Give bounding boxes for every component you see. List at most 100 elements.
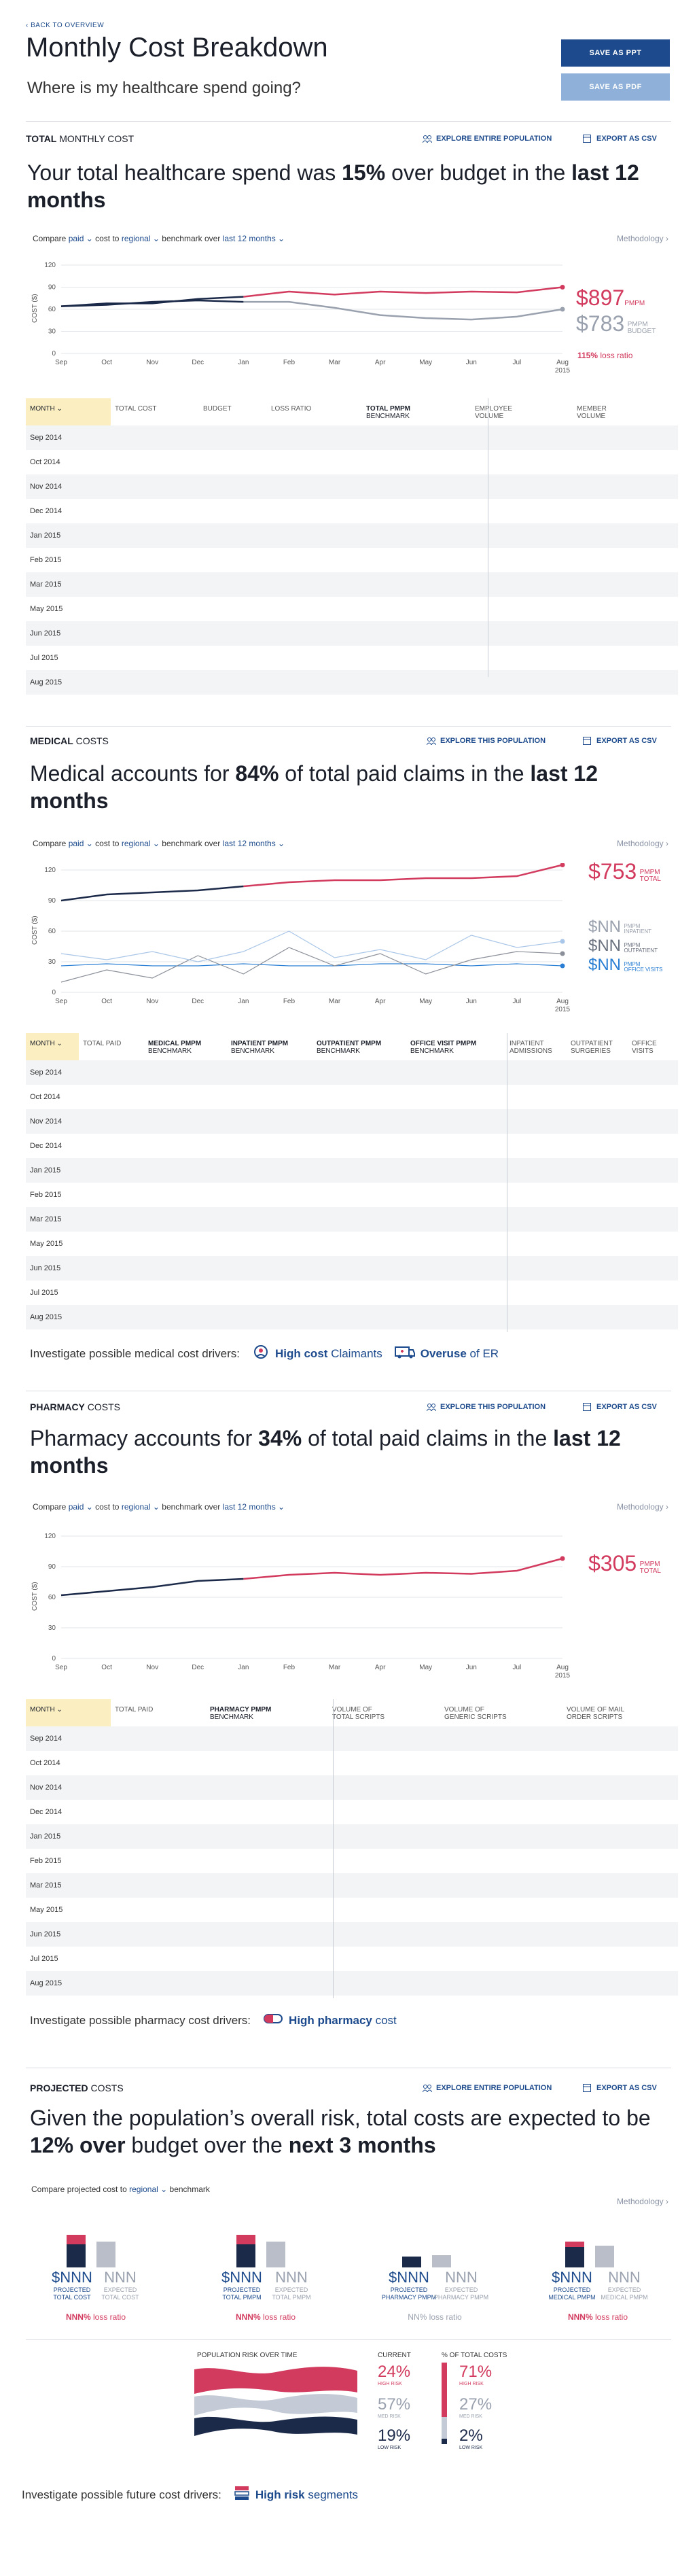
total-budget-value: $783 PMPM BUDGET (576, 311, 656, 336)
methodology-link[interactable]: Methodology › (617, 839, 668, 848)
paid-select[interactable]: paid ⌄ (69, 839, 93, 848)
x-tick-label: Aug (556, 1664, 569, 1671)
month-cell: Jun 2015 (26, 621, 111, 646)
total-headline: Your total healthcare spend was 15% over… (27, 160, 639, 212)
medical-section-label: MEDICAL COSTS (30, 735, 109, 746)
table-row: Jul 2015 (26, 1947, 678, 1971)
month-cell: May 2015 (26, 1898, 111, 1922)
series-line-pmpm-total (243, 1557, 563, 1580)
explore-medical-population-link[interactable]: EXPLORE THIS POPULATION (426, 737, 546, 746)
x-tick-label: Jul (513, 1664, 522, 1671)
x-tick-label: Jan (238, 359, 249, 366)
month-cell: Jun 2015 (26, 1256, 79, 1281)
save-pdf-button[interactable]: SAVE AS PDF (561, 73, 670, 101)
explore-pharmacy-population-link[interactable]: EXPLORE THIS POPULATION (426, 1403, 546, 1412)
table-row: Dec 2014 (26, 499, 678, 523)
x-tick-label: Apr (375, 1664, 386, 1671)
month-cell: Jul 2015 (26, 1281, 79, 1305)
benchmark-select[interactable]: regional ⌄ (129, 2185, 167, 2194)
period-select[interactable]: last 12 months ⌄ (223, 1502, 285, 1512)
x-tick-label: May (419, 1664, 432, 1671)
export-medical-csv-link[interactable]: EXPORT AS CSV (583, 737, 657, 745)
table-row: Nov 2014 (26, 1775, 678, 1800)
paid-select[interactable]: paid ⌄ (69, 1502, 93, 1512)
kpi-pharmacy-pmpm: $NNN PROJECTED PHARMACY PMPM NNN EXPECTED PH… (380, 2235, 489, 2330)
table-row: Jul 2015 (26, 646, 678, 670)
series-history-pmpm-total (60, 885, 244, 902)
x-tick-label: Mar (329, 998, 341, 1005)
y-tick-label: 30 (48, 958, 56, 966)
x-tick-label: Sep (55, 359, 67, 366)
y-axis-label: COST ($) (31, 294, 39, 323)
x-tick-year: 2015 (555, 367, 571, 375)
benchmark-select[interactable]: regional ⌄ (122, 234, 160, 243)
period-select[interactable]: last 12 months ⌄ (223, 839, 285, 848)
projected-drivers: Investigate possible future cost drivers… (22, 2485, 358, 2505)
pct-total-title: % OF TOTAL COSTS (442, 2352, 507, 2359)
methodology-link[interactable]: Methodology › (617, 234, 668, 243)
month-column-header[interactable]: MONTH ⌄ (26, 398, 111, 425)
kpi-total-pmpm-bars (236, 2235, 285, 2267)
x-tick-label: Dec (192, 359, 204, 366)
ambulance-icon (394, 1344, 415, 1363)
table-row: May 2015 (26, 1232, 678, 1256)
month-cell: Jan 2015 (26, 523, 111, 548)
high-risk-segments-link[interactable]: High risk segments (234, 2485, 358, 2505)
benchmark-select[interactable]: regional ⌄ (122, 1502, 160, 1512)
month-cell: Oct 2014 (26, 450, 111, 474)
y-tick-label: 0 (52, 350, 56, 358)
high-cost-claimants-link[interactable]: High cost Claimants (252, 1344, 382, 1363)
explore-projected-population-link[interactable]: EXPLORE ENTIRE POPULATION (422, 2084, 552, 2093)
table-row: May 2015 (26, 1898, 678, 1922)
pharmacy-section-label: PHARMACY COSTS (30, 1402, 121, 1412)
section-divider (26, 726, 671, 727)
series-line-pmpm-office-visits (60, 963, 563, 967)
month-column-header[interactable]: MONTH ⌄ (26, 1699, 111, 1726)
y-tick-label: 90 (48, 897, 56, 905)
month-cell: Oct 2014 (26, 1085, 79, 1109)
export-projected-csv-link[interactable]: EXPORT AS CSV (583, 2084, 657, 2092)
month-cell: Jan 2015 (26, 1158, 79, 1183)
x-tick-label: Sep (55, 1664, 67, 1671)
x-tick-label: Mar (329, 359, 341, 366)
x-tick-label: Apr (375, 998, 386, 1005)
table-row: Feb 2015 (26, 548, 678, 572)
x-tick-label: Feb (283, 359, 296, 366)
total-compare-controls: Compare paid ⌄ cost to regional ⌄ benchm… (33, 234, 285, 243)
risk-over-time-streamgraph (194, 2367, 357, 2436)
paid-select[interactable]: paid ⌄ (69, 234, 93, 243)
x-tick-label: Feb (283, 1664, 296, 1671)
page-subtitle: Where is my healthcare spend going? (27, 79, 301, 97)
table-row: Nov 2014 (26, 474, 678, 499)
export-icon (583, 1403, 592, 1411)
y-tick-label: 0 (52, 1655, 56, 1663)
high-pharmacy-cost-link[interactable]: High pharmacy cost (263, 2012, 397, 2029)
month-cell: Nov 2014 (26, 1775, 111, 1800)
projected-compare-controls: Compare projected cost to regional ⌄ ben… (31, 2185, 210, 2194)
pharmacy-table: MONTH ⌄ TOTAL PAID PHARMACY PMPM BENCHMAR… (26, 1699, 678, 1996)
table-row: Mar 2015 (26, 1873, 678, 1898)
chevron-down-icon: ⌄ (56, 1706, 62, 1713)
period-select[interactable]: last 12 months ⌄ (223, 234, 285, 243)
table-row: Sep 2014 (26, 1726, 678, 1751)
save-ppt-button[interactable]: SAVE AS PPT (561, 39, 670, 67)
table-row: Sep 2014 (26, 425, 678, 450)
x-tick-label: May (419, 998, 432, 1005)
x-tick-label: Jun (466, 359, 477, 366)
benchmark-select[interactable]: regional ⌄ (122, 839, 160, 848)
methodology-link[interactable]: Methodology › (617, 2197, 668, 2206)
risk-low-current: 19% LOW RISK (378, 2426, 411, 2450)
table-row: Mar 2015 (26, 572, 678, 597)
y-tick-label: 60 (48, 306, 56, 313)
export-csv-link[interactable]: EXPORT AS CSV (583, 135, 657, 143)
explore-population-link[interactable]: EXPLORE ENTIRE POPULATION (422, 135, 552, 144)
back-link[interactable]: ‹ BACK TO OVERVIEW (26, 22, 104, 29)
y-axis-label: COST ($) (31, 1582, 39, 1611)
methodology-link[interactable]: Methodology › (617, 1502, 668, 1512)
x-tick-label: Jun (466, 998, 477, 1005)
export-pharmacy-csv-link[interactable]: EXPORT AS CSV (583, 1403, 657, 1411)
month-column-header[interactable]: MONTH ⌄ (26, 1033, 79, 1060)
month-cell: Sep 2014 (26, 1726, 111, 1751)
overuse-er-link[interactable]: Overuse of ER (394, 1344, 499, 1363)
x-tick-label: Dec (192, 998, 204, 1005)
